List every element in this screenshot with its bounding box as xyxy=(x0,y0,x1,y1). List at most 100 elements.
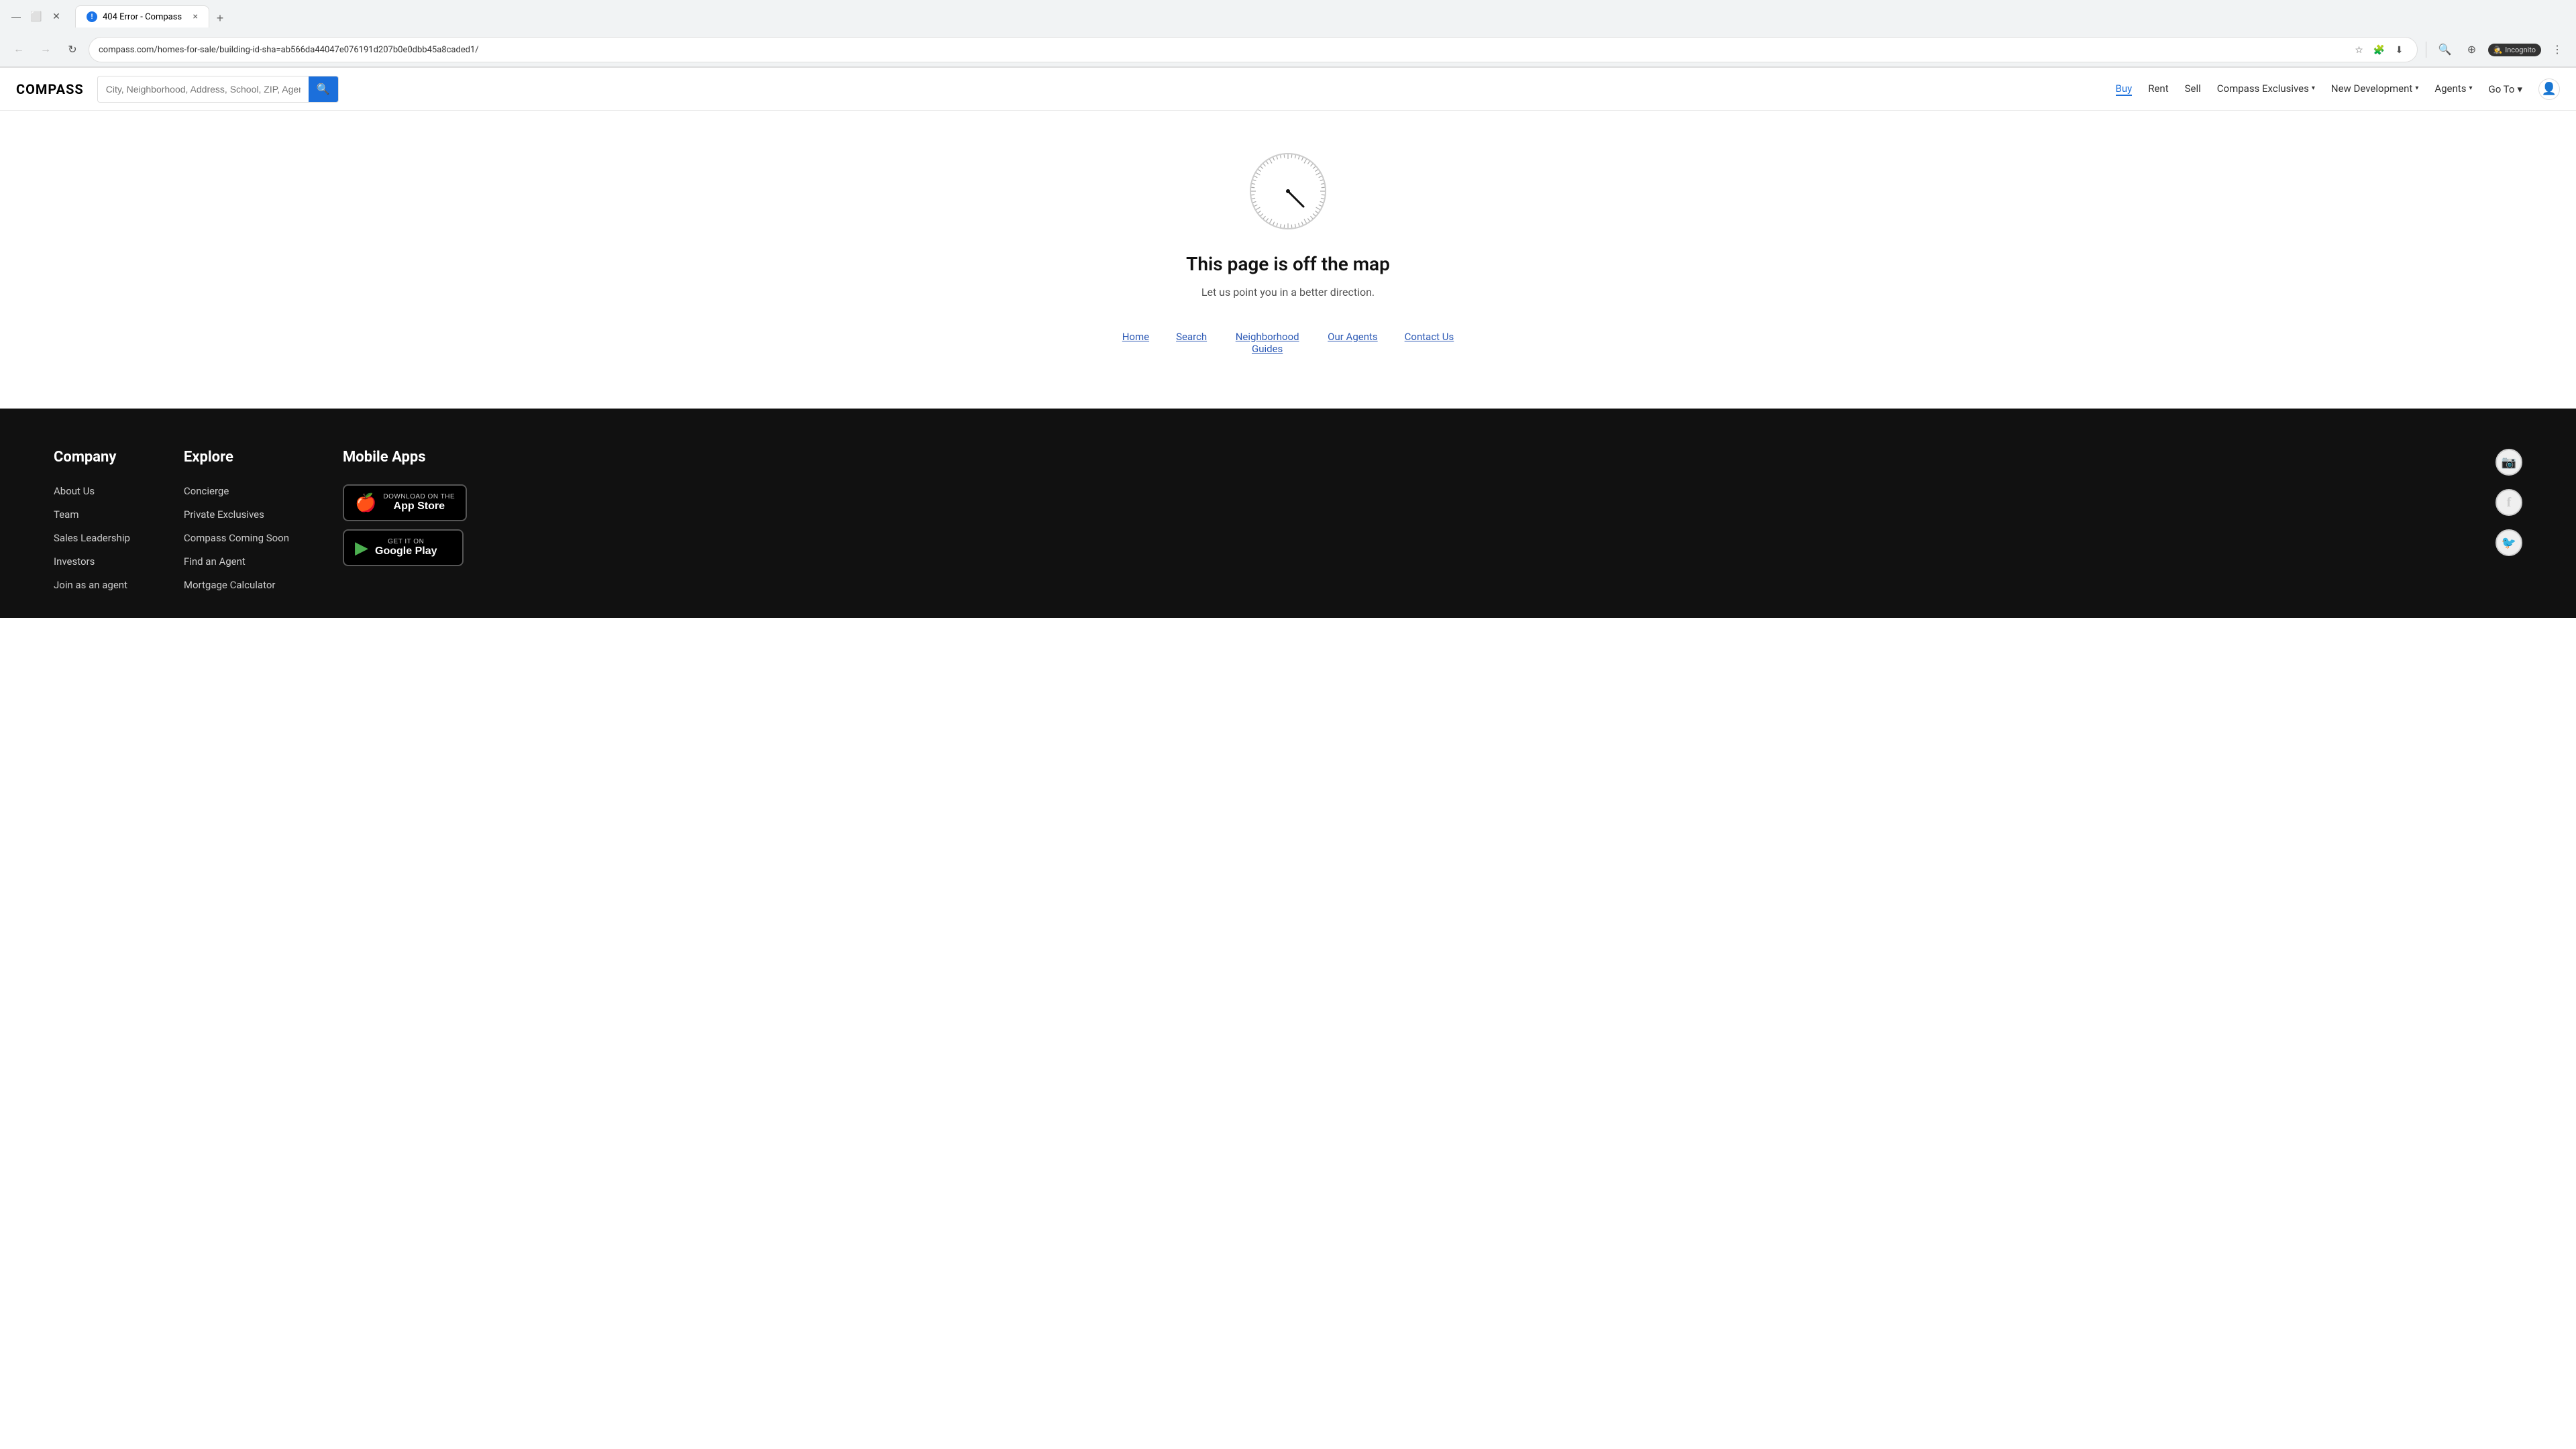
list-item: Concierge xyxy=(184,484,289,497)
footer-link-mortgage-calculator[interactable]: Mortgage Calculator xyxy=(184,579,276,591)
error-subtitle: Let us point you in a better direction. xyxy=(1201,286,1375,299)
tab-favicon: ! xyxy=(87,11,97,22)
facebook-icon: f xyxy=(2507,495,2512,511)
new-development-label: New Development xyxy=(2331,83,2412,95)
app-store-button[interactable]: 🍎 Download on the App Store xyxy=(343,484,467,521)
error-link-home[interactable]: Home xyxy=(1122,331,1149,343)
footer-link-compass-coming-soon[interactable]: Compass Coming Soon xyxy=(184,532,289,544)
google-play-button[interactable]: ▶ GET IT ON Google Play xyxy=(343,529,464,566)
footer-link-sales-leadership[interactable]: Sales Leadership xyxy=(54,532,130,544)
active-tab[interactable]: ! 404 Error - Compass × xyxy=(75,5,209,28)
nav-sell[interactable]: Sell xyxy=(2185,83,2201,96)
browser-toolbar: ← → ↻ compass.com/homes-for-sale/buildin… xyxy=(0,33,2576,67)
window-maximize-button[interactable]: ⬜ xyxy=(28,9,44,25)
compass-exclusives-label: Compass Exclusives xyxy=(2217,83,2309,95)
extensions-icon[interactable]: 🧩 xyxy=(2371,42,2387,58)
app-store-large-text: App Store xyxy=(383,500,455,513)
footer-link-investors[interactable]: Investors xyxy=(54,555,95,568)
nav-agents[interactable]: Agents ▾ xyxy=(2434,83,2472,96)
window-controls: — ⬜ ✕ xyxy=(8,9,64,25)
nav-links: Buy Rent Sell Compass Exclusives ▾ New D… xyxy=(2116,78,2561,100)
error-link-neighborhood-guides[interactable]: Neighborhood Guides xyxy=(1234,331,1301,355)
navbar: COMPASS 🔍 Buy Rent Sell Compass Exclusiv… xyxy=(0,68,2576,111)
new-development-chevron: ▾ xyxy=(2415,85,2418,92)
list-item: Find an Agent xyxy=(184,555,289,568)
search-bar: 🔍 xyxy=(97,76,339,103)
twitter-button[interactable]: 🐦 xyxy=(2496,529,2522,556)
compass-error-icon: /* ticks generated inline */ xyxy=(1248,151,1328,231)
nav-new-development[interactable]: New Development ▾ xyxy=(2331,83,2418,96)
menu-button[interactable]: ⋮ xyxy=(2546,39,2568,60)
user-account-button[interactable]: 👤 xyxy=(2538,78,2560,100)
compass-logo[interactable]: COMPASS xyxy=(16,81,84,97)
footer: Company About Us Team Sales Leadership I… xyxy=(0,409,2576,618)
address-bar[interactable]: compass.com/homes-for-sale/building-id-s… xyxy=(89,37,2418,62)
search-button[interactable]: 🔍 xyxy=(309,76,338,102)
error-link-contact-us[interactable]: Contact Us xyxy=(1405,331,1454,343)
list-item: Compass Coming Soon xyxy=(184,531,289,544)
incognito-label: Incognito xyxy=(2505,46,2536,54)
nav-buy[interactable]: Buy xyxy=(2116,83,2133,96)
app-store-small-text: Download on the xyxy=(383,493,455,500)
instagram-icon: 📷 xyxy=(2502,455,2516,470)
google-play-small-text: GET IT ON xyxy=(375,538,437,545)
google-play-large-text: Google Play xyxy=(375,545,437,557)
list-item: Investors xyxy=(54,555,130,568)
download-icon[interactable]: ⬇ xyxy=(2392,42,2408,58)
error-link-our-agents[interactable]: Our Agents xyxy=(1328,331,1378,343)
goto-chevron: ▾ xyxy=(2517,83,2522,95)
footer-link-concierge[interactable]: Concierge xyxy=(184,485,229,497)
footer-mobile-heading: Mobile Apps xyxy=(343,449,467,466)
window-close-button[interactable]: ✕ xyxy=(48,9,64,25)
forward-button[interactable]: → xyxy=(35,39,56,60)
window-minimize-button[interactable]: — xyxy=(8,9,24,25)
facebook-button[interactable]: f xyxy=(2496,489,2522,516)
browser-titlebar: — ⬜ ✕ ! 404 Error - Compass × + xyxy=(0,0,2576,33)
google-play-text: GET IT ON Google Play xyxy=(375,538,437,557)
back-button[interactable]: ← xyxy=(8,39,30,60)
bookmark-icon[interactable]: ☆ xyxy=(2351,42,2367,58)
agents-label: Agents xyxy=(2434,83,2466,95)
footer-company-links: About Us Team Sales Leadership Investors… xyxy=(54,484,130,591)
url-text: compass.com/homes-for-sale/building-id-s… xyxy=(99,45,2346,55)
nav-goto[interactable]: Go To ▾ xyxy=(2488,83,2522,95)
compass-exclusives-chevron: ▾ xyxy=(2312,85,2315,92)
footer-link-find-agent[interactable]: Find an Agent xyxy=(184,555,246,568)
reload-button[interactable]: ↻ xyxy=(62,39,83,60)
error-title: This page is off the map xyxy=(1186,253,1390,275)
twitter-icon: 🐦 xyxy=(2502,536,2516,550)
footer-explore-col: Explore Concierge Private Exclusives Com… xyxy=(184,449,289,591)
browser-tabs: ! 404 Error - Compass × + xyxy=(70,5,235,28)
browser-chrome: — ⬜ ✕ ! 404 Error - Compass × + ← → ↻ co… xyxy=(0,0,2576,68)
app-store-text: Download on the App Store xyxy=(383,493,455,513)
tab-title: 404 Error - Compass xyxy=(103,12,188,22)
search-input[interactable] xyxy=(98,84,309,95)
tab-close-button[interactable]: × xyxy=(193,11,198,22)
list-item: About Us xyxy=(54,484,130,497)
footer-link-about-us[interactable]: About Us xyxy=(54,485,95,497)
new-tab-button[interactable]: + xyxy=(211,9,229,28)
footer-company-col: Company About Us Team Sales Leadership I… xyxy=(54,449,130,591)
list-item: Mortgage Calculator xyxy=(184,578,289,591)
profile-icon[interactable]: ⊕ xyxy=(2461,39,2483,60)
apple-icon: 🍎 xyxy=(355,492,376,513)
incognito-badge: 🕵️ Incognito xyxy=(2488,44,2542,56)
footer-mobile-col: Mobile Apps 🍎 Download on the App Store … xyxy=(343,449,467,591)
search-icon[interactable]: 🔍 xyxy=(2434,39,2456,60)
error-section: /* ticks generated inline */ xyxy=(0,111,2576,409)
google-play-icon: ▶ xyxy=(355,537,368,558)
footer-social: 📷 f 🐦 xyxy=(2496,449,2522,591)
instagram-button[interactable]: 📷 xyxy=(2496,449,2522,476)
footer-company-heading: Company xyxy=(54,449,130,466)
incognito-icon: 🕵️ xyxy=(2493,46,2503,54)
nav-rent[interactable]: Rent xyxy=(2148,83,2168,96)
address-bar-icons: ☆ 🧩 ⬇ xyxy=(2351,42,2408,58)
error-link-search[interactable]: Search xyxy=(1176,331,1207,343)
footer-link-team[interactable]: Team xyxy=(54,508,79,521)
footer-link-join-agent[interactable]: Join as an agent xyxy=(54,579,127,591)
list-item: Join as an agent xyxy=(54,578,130,591)
footer-link-private-exclusives[interactable]: Private Exclusives xyxy=(184,508,264,521)
error-links: Home Search Neighborhood Guides Our Agen… xyxy=(1122,331,1454,355)
nav-compass-exclusives[interactable]: Compass Exclusives ▾ xyxy=(2217,83,2315,96)
footer-explore-links: Concierge Private Exclusives Compass Com… xyxy=(184,484,289,591)
